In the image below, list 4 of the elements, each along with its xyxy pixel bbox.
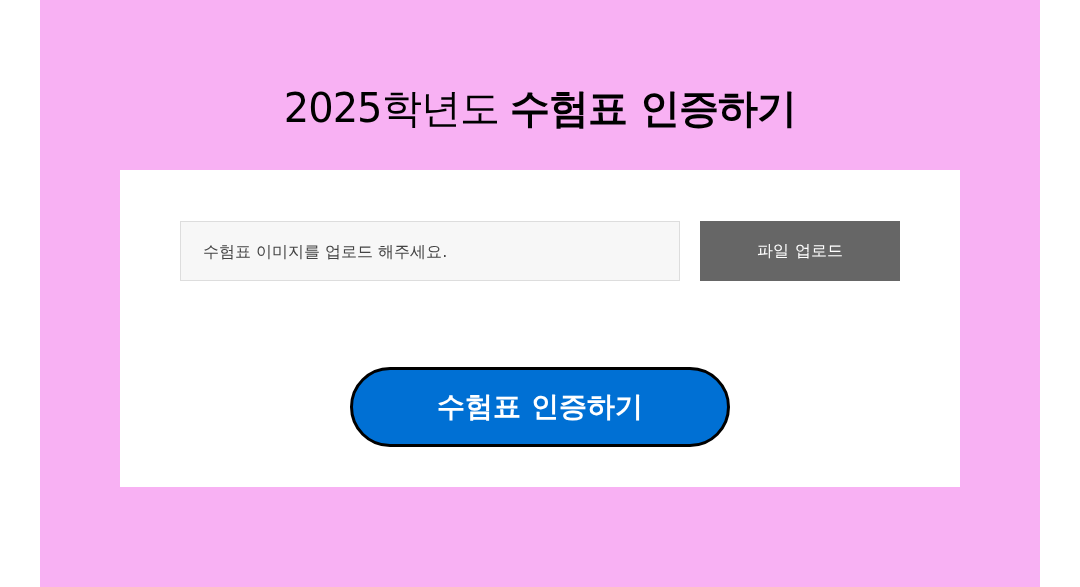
file-upload-button[interactable]: 파일 업로드 (700, 221, 900, 281)
page-title: 2025학년도 수험표 인증하기 (283, 84, 797, 133)
file-name-field[interactable]: 수험표 이미지를 업로드 해주세요. (180, 221, 680, 281)
verify-button[interactable]: 수험표 인증하기 (350, 367, 730, 447)
